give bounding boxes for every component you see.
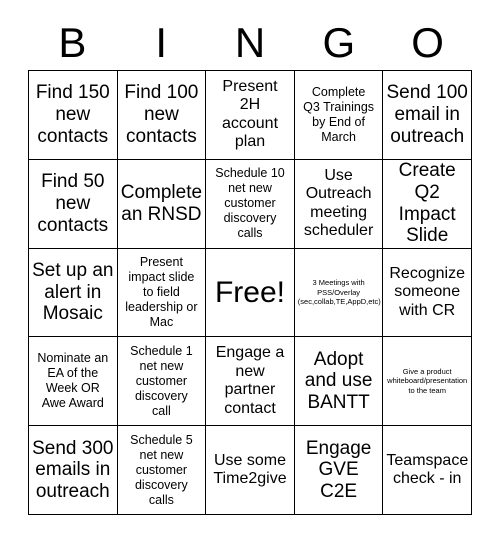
bingo-cell-label: Engage a new partner contact (215, 344, 285, 417)
bingo-cell-g2[interactable]: Use Outreach meeting scheduler (294, 159, 384, 249)
bingo-cell-label: Teamspace check - in (386, 451, 469, 488)
bingo-cell-label: Nominate an EA of the Week OR Awe Award (37, 351, 109, 411)
bingo-cell-b5[interactable]: Send 300 emails in outreach (29, 426, 118, 515)
bingo-cell-label: Find 100 new contacts (124, 82, 199, 147)
bingo-cell-o3[interactable]: Recognize someone with CR (383, 248, 472, 338)
bingo-cell-label: Engage GVE C2E (305, 437, 372, 502)
bingo-cell-i1[interactable]: Find 100 new contacts (117, 71, 207, 160)
bingo-cell-g1[interactable]: Complete Q3 Trainings by End of March (294, 71, 384, 160)
bingo-cell-label: Free! (214, 275, 285, 309)
bingo-cell-i2[interactable]: Complete an RNSD (117, 159, 207, 249)
bingo-cell-label: Use Outreach meeting scheduler (303, 166, 374, 240)
bingo-cell-label: Create Q2 Impact Slide (398, 160, 456, 247)
bingo-cell-label: Use some Time2give (213, 451, 287, 488)
bingo-cell-n1[interactable]: Present 2H account plan (206, 71, 295, 160)
bingo-cell-label: Send 300 emails in outreach (32, 437, 114, 502)
bingo-cell-n5[interactable]: Use some Time2give (206, 426, 295, 515)
bingo-cell-g3[interactable]: 3 Meetings with PSS/Overlay (sec,collab,… (294, 248, 384, 338)
bingo-cell-o1[interactable]: Send 100 email in outreach (383, 71, 472, 160)
bingo-cell-label: Schedule 1 net new customer discovery ca… (130, 343, 193, 418)
bingo-cell-label: Set up an alert in Mosaic (32, 260, 114, 325)
bingo-cell-i5[interactable]: Schedule 5 net new customer discovery ca… (117, 426, 207, 515)
bingo-cell-o4[interactable]: Give a product whiteboard/presentation t… (383, 337, 472, 427)
bingo-cell-label: 3 Meetings with PSS/Overlay (sec,collab,… (297, 278, 381, 307)
bingo-card: B I N G O Find 150 new contacts Find 100 new … (0, 0, 500, 544)
bingo-cell-g4[interactable]: Adopt and use BANTT (294, 337, 384, 427)
bingo-cell-label: Give a product whiteboard/presentation t… (387, 366, 468, 396)
bingo-cell-label: Complete an RNSD (120, 182, 203, 225)
bingo-header-letter-o: O (411, 19, 444, 66)
bingo-cell-label: Complete Q3 Trainings by End of March (303, 84, 375, 144)
bingo-cell-label: Schedule 5 net new customer discovery ca… (130, 432, 193, 507)
bingo-cell-label: Present impact slide to field leadership… (125, 254, 198, 329)
bingo-cell-label: Present 2H account plan (221, 77, 279, 151)
bingo-header-letter-g: G (322, 19, 356, 66)
bingo-cell-label: Schedule 10 net new customer discovery c… (215, 166, 285, 241)
bingo-cell-label: Send 100 email in outreach (386, 82, 468, 147)
bingo-cell-n4[interactable]: Engage a new partner contact (206, 337, 295, 427)
bingo-cell-b1[interactable]: Find 150 new contacts (29, 71, 118, 160)
bingo-cell-free-space[interactable]: Free! (206, 248, 295, 338)
bingo-cell-g5[interactable]: Engage GVE C2E (294, 426, 384, 515)
bingo-cell-b3[interactable]: Set up an alert in Mosaic (29, 248, 118, 338)
bingo-cell-o5[interactable]: Teamspace check - in (383, 426, 472, 515)
bingo-cell-label: Adopt and use BANTT (304, 348, 373, 414)
bingo-cell-b4[interactable]: Nominate an EA of the Week OR Awe Award (29, 337, 118, 427)
bingo-cell-i4[interactable]: Schedule 1 net new customer discovery ca… (117, 337, 207, 427)
bingo-cell-i3[interactable]: Present impact slide to field leadership… (117, 248, 207, 338)
bingo-cell-o2[interactable]: Create Q2 Impact Slide (383, 159, 472, 249)
bingo-grid: Find 150 new contacts Find 100 new contac… (28, 70, 472, 515)
bingo-header-letter-n: N (234, 19, 266, 66)
bingo-header-letter-b: B (58, 19, 87, 66)
bingo-header-row: BINGO (28, 16, 472, 70)
bingo-cell-n2[interactable]: Schedule 10 net new customer discovery c… (206, 159, 295, 249)
bingo-cell-label: Find 150 new contacts (35, 82, 110, 147)
bingo-cell-label: Recognize someone with CR (389, 264, 465, 319)
bingo-cell-label: Find 50 new contacts (37, 171, 109, 236)
bingo-header-letter-i: I (155, 19, 168, 66)
bingo-cell-b2[interactable]: Find 50 new contacts (29, 159, 118, 249)
